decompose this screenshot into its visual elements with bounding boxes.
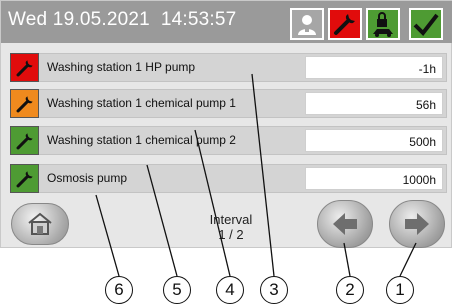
page-indicator: 1 / 2	[218, 227, 244, 242]
datetime-display: Wed 19.05.2021 14:53:57	[8, 9, 237, 30]
arrow-left-icon	[333, 213, 357, 235]
row-label: Washing station 1 HP pump	[47, 60, 196, 74]
wrench-icon[interactable]	[10, 126, 39, 155]
callout-3: 3	[260, 276, 288, 304]
wrench-icon	[334, 14, 355, 35]
row-value: 1000h	[305, 167, 443, 190]
row-label: Washing station 1 chemical pump 2	[47, 133, 236, 147]
checkmark-icon	[413, 13, 439, 37]
user-icon	[298, 15, 316, 35]
maintenance-row-osmosis-pump[interactable]: Osmosis pump 1000h	[10, 164, 447, 193]
row-label: Washing station 1 chemical pump 1	[47, 96, 236, 110]
maintenance-row-hp-pump[interactable]: Washing station 1 HP pump -1h	[10, 53, 447, 82]
service-button[interactable]	[328, 8, 362, 40]
previous-page-button[interactable]	[317, 200, 373, 248]
wrench-icon[interactable]	[10, 89, 39, 118]
maintenance-screen: Wed 19.05.2021 14:53:57 Washing station …	[0, 0, 452, 248]
wrench-icon[interactable]	[10, 164, 39, 193]
row-value: 56h	[305, 92, 443, 115]
interval-label: Interval	[209, 212, 253, 227]
arrow-right-icon	[405, 213, 429, 235]
callout-4: 4	[216, 276, 244, 304]
callout-2: 2	[336, 276, 364, 304]
row-value: -1h	[305, 56, 443, 79]
next-page-button[interactable]	[389, 200, 445, 248]
lock-vehicle-icon	[373, 12, 393, 37]
callout-5: 5	[163, 276, 191, 304]
row-value: 500h	[305, 129, 443, 152]
maintenance-row-chemical-pump-1[interactable]: Washing station 1 chemical pump 1 56h	[10, 89, 447, 118]
interval-indicator: Interval 1 / 2	[191, 212, 271, 242]
confirm-button[interactable]	[409, 8, 443, 40]
user-button[interactable]	[290, 8, 324, 40]
header-bar: Wed 19.05.2021 14:53:57	[1, 1, 452, 43]
home-icon	[28, 212, 52, 235]
callout-6: 6	[105, 276, 133, 304]
wrench-icon[interactable]	[10, 53, 39, 82]
home-button[interactable]	[11, 203, 69, 245]
row-label: Osmosis pump	[47, 171, 128, 185]
callout-1: 1	[386, 276, 414, 304]
maintenance-row-chemical-pump-2[interactable]: Washing station 1 chemical pump 2 500h	[10, 126, 447, 155]
lock-button[interactable]	[366, 8, 400, 40]
